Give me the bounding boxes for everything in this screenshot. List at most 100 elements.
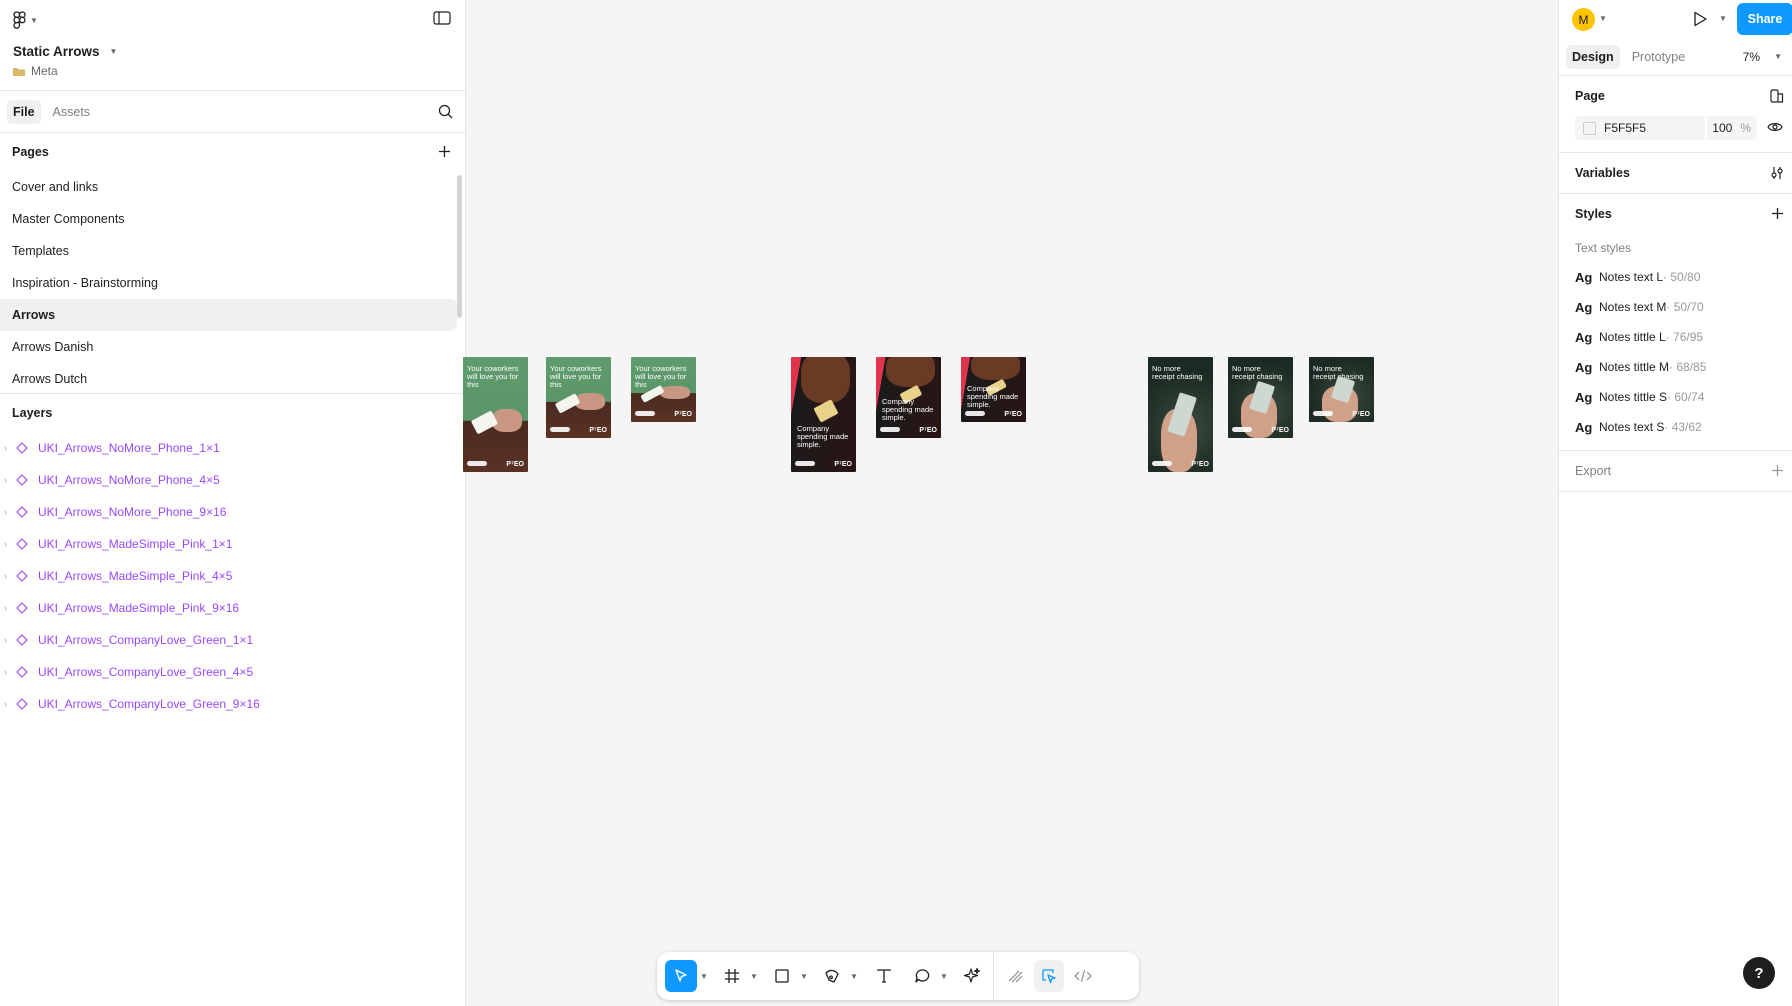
chevron-right-icon[interactable]: › bbox=[4, 571, 14, 581]
variables-button[interactable] bbox=[1770, 166, 1784, 183]
text-style-item[interactable]: Ag Notes tittle L · 76/95 bbox=[1559, 322, 1792, 352]
draw-mode-button[interactable] bbox=[1000, 960, 1030, 992]
add-export-button[interactable] bbox=[1771, 464, 1784, 480]
chevron-down-icon[interactable]: ▼ bbox=[747, 972, 761, 981]
chevron-right-icon[interactable]: › bbox=[4, 603, 14, 613]
help-button[interactable]: ? bbox=[1743, 957, 1775, 989]
ad-frame[interactable]: Company spending made simple. P⁷EO bbox=[876, 357, 941, 438]
chevron-right-icon[interactable]: › bbox=[4, 507, 14, 517]
chevron-down-icon: ▼ bbox=[109, 47, 118, 56]
sidebar-toggle-button[interactable] bbox=[433, 11, 451, 28]
layer-item[interactable]: › UKI_Arrows_NoMore_Phone_4×5 bbox=[0, 464, 465, 496]
plus-icon bbox=[1772, 208, 1783, 219]
ad-frame[interactable]: Your coworkers will love you for this P⁷E… bbox=[546, 357, 611, 438]
page-item-active[interactable]: Arrows bbox=[0, 299, 457, 331]
layer-item[interactable]: › UKI_Arrows_MadeSimple_Pink_1×1 bbox=[0, 528, 465, 560]
canvas[interactable]: Your coworkers will love you for this P⁷E… bbox=[463, 0, 1558, 1006]
layer-item[interactable]: › UKI_Arrows_CompanyLove_Green_9×16 bbox=[0, 688, 465, 720]
page-settings-button[interactable] bbox=[1770, 89, 1784, 106]
variables-section: Variables bbox=[1559, 153, 1792, 194]
chevron-down-icon[interactable]: ▼ bbox=[937, 972, 951, 981]
page-opacity-field[interactable]: 100 % bbox=[1707, 116, 1757, 140]
layer-item[interactable]: › UKI_Arrows_MadeSimple_Pink_4×5 bbox=[0, 560, 465, 592]
tab-prototype[interactable]: Prototype bbox=[1626, 45, 1692, 69]
ad-frame[interactable]: No more receipt chasing P⁷EO bbox=[1228, 357, 1293, 438]
layer-name: UKI_Arrows_CompanyLove_Green_9×16 bbox=[38, 697, 260, 711]
design-mode-icon bbox=[1042, 969, 1056, 984]
chevron-right-icon[interactable]: › bbox=[4, 635, 14, 645]
frame-headline: No more receipt chasing bbox=[1152, 364, 1203, 381]
figma-logo-icon bbox=[13, 11, 26, 29]
page-item[interactable]: Templates bbox=[0, 235, 457, 267]
share-button[interactable]: Share bbox=[1737, 3, 1792, 35]
variables-heading: Variables bbox=[1575, 166, 1630, 180]
avatar[interactable]: M bbox=[1572, 8, 1595, 31]
chevron-right-icon[interactable]: › bbox=[4, 539, 14, 549]
page-item[interactable]: Master Components bbox=[0, 203, 457, 235]
add-style-button[interactable] bbox=[1771, 207, 1784, 223]
comment-tool-button[interactable] bbox=[907, 960, 937, 992]
chevron-right-icon[interactable]: › bbox=[4, 699, 14, 709]
pages-scrollbar[interactable] bbox=[457, 175, 462, 318]
text-style-meta: · 43/62 bbox=[1664, 420, 1702, 434]
visibility-button[interactable] bbox=[1767, 121, 1783, 136]
chevron-down-icon[interactable]: ▼ bbox=[697, 972, 711, 981]
tab-assets[interactable]: Assets bbox=[47, 100, 97, 124]
move-tool-button[interactable] bbox=[665, 960, 697, 992]
present-button[interactable] bbox=[1693, 11, 1708, 30]
layer-item[interactable]: › UKI_Arrows_NoMore_Phone_9×16 bbox=[0, 496, 465, 528]
color-swatch[interactable] bbox=[1583, 121, 1596, 135]
layer-item[interactable]: › UKI_Arrows_CompanyLove_Green_4×5 bbox=[0, 656, 465, 688]
ad-frame[interactable]: No more receipt chasing P⁷EO bbox=[1309, 357, 1374, 422]
text-style-item[interactable]: Ag Notes text S · 43/62 bbox=[1559, 412, 1792, 442]
layers-list: › UKI_Arrows_NoMore_Phone_1×1 › UKI_Arrows_… bbox=[0, 432, 465, 720]
dev-mode-button[interactable] bbox=[1068, 960, 1098, 992]
text-tool-button[interactable] bbox=[869, 960, 899, 992]
pen-tool-button[interactable] bbox=[817, 960, 847, 992]
chevron-right-icon[interactable]: › bbox=[4, 475, 14, 485]
file-title-button[interactable]: Static Arrows ▼ bbox=[13, 44, 117, 59]
card-graphic bbox=[813, 399, 838, 423]
ad-frame[interactable]: Your coworkers will love you for this P⁷E… bbox=[463, 357, 528, 472]
ad-frame[interactable]: Company spending made simple. P⁷EO bbox=[791, 357, 856, 472]
page-item[interactable]: Arrows Dutch bbox=[0, 363, 457, 393]
text-style-item[interactable]: Ag Notes text L · 50/80 bbox=[1559, 262, 1792, 292]
page-item[interactable]: Arrows Danish bbox=[0, 331, 457, 363]
chevron-down-icon[interactable]: ▼ bbox=[797, 972, 811, 981]
actions-button[interactable] bbox=[957, 960, 987, 992]
zoom-dropdown[interactable]: 7% ▼ bbox=[1743, 50, 1782, 64]
ad-frame[interactable]: Your coworkers will love you for this P⁷E… bbox=[631, 357, 696, 422]
frame-tool-button[interactable] bbox=[717, 960, 747, 992]
chevron-down-icon[interactable]: ▼ bbox=[1719, 14, 1727, 23]
tab-design[interactable]: Design bbox=[1566, 44, 1620, 69]
layer-item[interactable]: › UKI_Arrows_NoMore_Phone_1×1 bbox=[0, 432, 465, 464]
text-style-item[interactable]: Ag Notes tittle S · 60/74 bbox=[1559, 382, 1792, 412]
shape-tool-button[interactable] bbox=[767, 960, 797, 992]
search-button[interactable] bbox=[438, 104, 453, 122]
design-mode-button[interactable] bbox=[1034, 960, 1064, 992]
add-page-button[interactable] bbox=[438, 145, 451, 161]
page-item[interactable]: Cover and links bbox=[0, 171, 457, 203]
brand-logo: P⁷EO bbox=[834, 461, 852, 468]
chevron-down-icon[interactable]: ▼ bbox=[1599, 14, 1607, 23]
chevron-down-icon[interactable]: ▼ bbox=[847, 972, 861, 981]
page-item[interactable]: Inspiration - Brainstorming bbox=[0, 267, 457, 299]
toolbar-divider bbox=[993, 952, 994, 1000]
chevron-right-icon[interactable]: › bbox=[4, 667, 14, 677]
text-style-item[interactable]: Ag Notes text M · 50/70 bbox=[1559, 292, 1792, 322]
layer-item[interactable]: › UKI_Arrows_MadeSimple_Pink_9×16 bbox=[0, 592, 465, 624]
chevron-right-icon[interactable]: › bbox=[4, 443, 14, 453]
chevron-down-icon: ▼ bbox=[30, 15, 38, 25]
layer-item[interactable]: › UKI_Arrows_CompanyLove_Green_1×1 bbox=[0, 624, 465, 656]
text-style-item[interactable]: Ag Notes tittle M · 68/85 bbox=[1559, 352, 1792, 382]
ad-frame[interactable]: No more receipt chasing P⁷EO bbox=[1148, 357, 1213, 472]
ad-frame[interactable]: Company spending made simple. P⁷EO bbox=[961, 357, 1026, 422]
cta-pill bbox=[965, 411, 985, 416]
main-menu-button[interactable]: ▼ bbox=[13, 11, 38, 29]
page-color-field[interactable]: F5F5F5 bbox=[1575, 116, 1705, 140]
file-team[interactable]: Meta bbox=[12, 64, 58, 78]
cursor-icon bbox=[675, 969, 687, 982]
tab-file[interactable]: File bbox=[7, 99, 41, 124]
layer-name: UKI_Arrows_CompanyLove_Green_1×1 bbox=[38, 633, 254, 647]
cta-pill bbox=[1232, 427, 1252, 432]
